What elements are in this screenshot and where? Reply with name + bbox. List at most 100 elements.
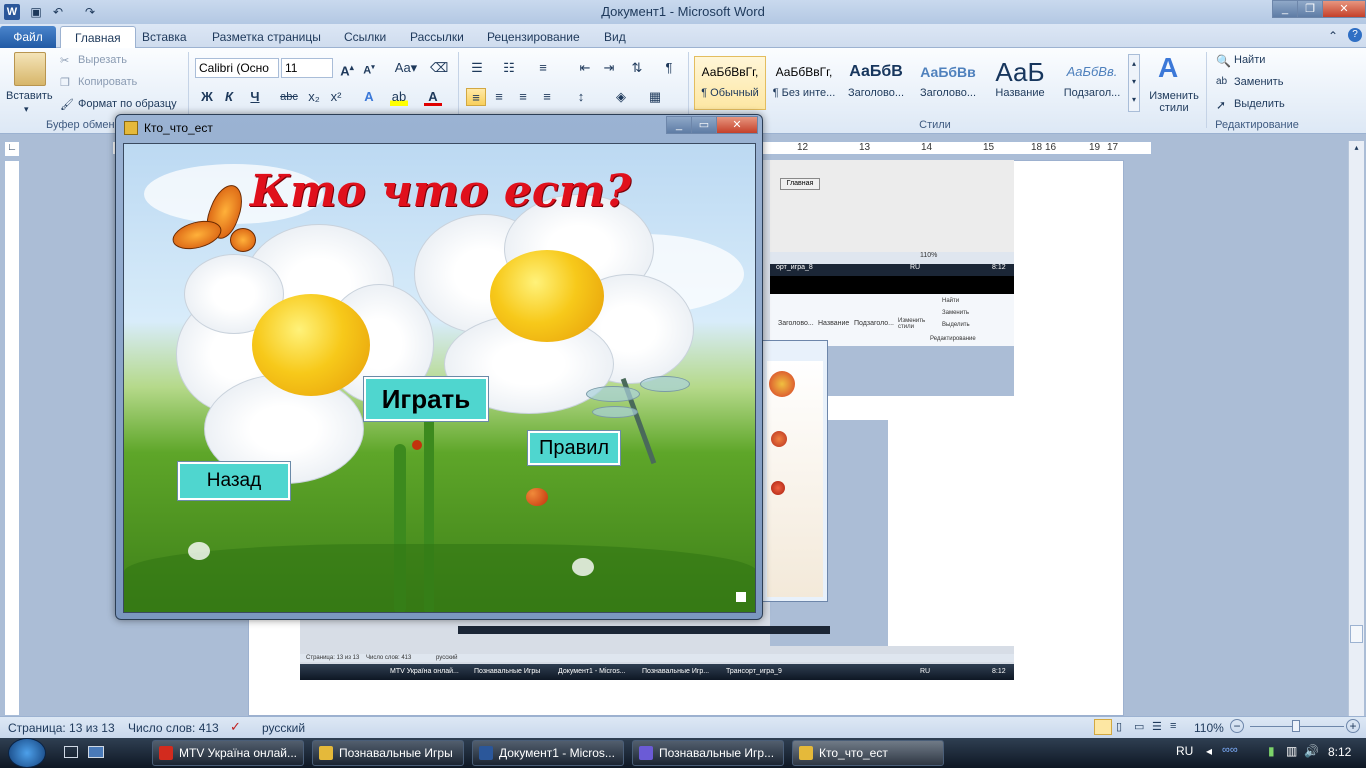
chevron-up-icon[interactable]: ⌃ [1328,29,1338,43]
numbering-icon[interactable]: ☷ [500,59,518,77]
subscript-icon[interactable]: x₂ [305,88,323,106]
proofing-icon[interactable]: ✓ [230,719,241,735]
zoom-out-icon[interactable]: − [1230,719,1244,733]
game-window[interactable]: Кто_что_ест _ ▭ ✕ Кто что ест? Играть Пр… [115,114,763,620]
font-color-icon[interactable]: A [424,88,442,106]
ribbon-tabs: Файл Главная Вставка Разметка страницы С… [0,24,1366,48]
print-layout-icon[interactable] [1094,719,1112,735]
align-left-icon[interactable]: ≡ [466,88,486,106]
tab-selector-icon[interactable]: ∟ [4,141,20,157]
increase-indent-icon[interactable]: ⇥ [600,59,618,77]
web-layout-icon[interactable]: ▭ [1134,720,1144,733]
minimize-button[interactable]: _ [1272,0,1298,18]
tab-view[interactable]: Вид [590,26,640,48]
tab-review[interactable]: Рецензирование [473,26,594,48]
show-desktop-icon[interactable] [64,746,78,758]
line-spacing-icon[interactable]: ↕ [572,88,590,106]
language-bar[interactable]: RU [1176,744,1193,758]
decrease-indent-icon[interactable]: ⇤ [576,59,594,77]
game-close-button[interactable]: ✕ [716,116,758,134]
chevron-down-icon[interactable]: ▾ [24,104,29,115]
find-button[interactable]: Найти [1234,54,1265,66]
strikethrough-icon[interactable]: abc [280,88,298,106]
justify-icon[interactable]: ≡ [538,88,556,106]
shrink-font-icon[interactable]: A▾ [360,59,378,77]
outline-icon[interactable]: ☰ [1152,720,1162,733]
tray-icons[interactable]: ∞∞ [1222,744,1238,756]
bullets-icon[interactable]: ☰ [468,59,486,77]
align-right-icon[interactable]: ≡ [514,88,532,106]
taskbar-item-word[interactable]: Документ1 - Micros... [472,740,624,766]
game-maximize-button[interactable]: ▭ [691,116,717,134]
font-size-combo[interactable]: 11 [281,58,333,78]
style-no-spacing[interactable]: АаБбВвГг, ¶ Без инте... [768,56,840,110]
sort-icon[interactable]: ⇅ [628,59,646,77]
underline-button[interactable]: Ч [246,88,264,106]
resize-grip[interactable] [736,592,746,602]
style-normal[interactable]: АаБбВвГг, ¶ Обычный [694,56,766,110]
text-effects-icon[interactable]: A [360,88,378,106]
game-minimize-button[interactable]: _ [666,116,692,134]
change-styles-button[interactable]: Изменить стили [1146,90,1202,114]
paste-button[interactable]: Вставить [6,90,53,102]
multilevel-list-icon[interactable]: ≡ [534,59,552,77]
switch-windows-icon[interactable] [88,746,104,758]
select-button[interactable]: Выделить [1234,98,1285,110]
zoom-in-icon[interactable]: + [1346,719,1360,733]
network-icon[interactable]: ▥ [1286,744,1297,758]
start-button[interactable] [8,738,46,768]
replace-button[interactable]: Заменить [1234,76,1283,88]
borders-icon[interactable]: ▦ [646,88,664,106]
draft-icon[interactable]: ≡ [1170,720,1176,732]
taskbar-item-opera[interactable]: MTV Україна онлай... [152,740,304,766]
style-heading-1[interactable]: АаБбВ Заголово... [840,56,912,110]
page-indicator[interactable]: Страница: 13 из 13 [8,721,115,735]
format-painter-button[interactable]: Формат по образцу [78,98,177,110]
language-indicator[interactable]: русский [262,721,305,735]
tab-mailings[interactable]: Рассылки [396,26,478,48]
clear-format-icon[interactable]: ⌫ [430,59,448,77]
volume-icon[interactable]: 🔊 [1304,744,1319,758]
styles-scroll[interactable]: ▴ ▾ ▾ [1128,54,1140,112]
tray-expand-icon[interactable]: ◂ [1206,744,1212,758]
rules-button[interactable]: Правил [528,431,620,465]
highlight-icon[interactable]: ab [390,88,408,106]
font-name-combo[interactable]: Calibri (Осно [195,58,279,78]
scroll-thumb[interactable] [1350,625,1363,643]
taskbar-item-folder[interactable]: Познавальные Игры [312,740,464,766]
back-button[interactable]: Назад [178,462,290,500]
style-title[interactable]: АаБ Название [984,56,1056,110]
superscript-icon[interactable]: x² [327,88,345,106]
cut-button[interactable]: Вырезать [78,54,127,66]
help-icon[interactable]: ? [1348,28,1362,42]
style-subtitle[interactable]: АаБбВв. Подзагол... [1056,56,1128,110]
grow-font-icon[interactable]: A▴ [338,59,356,78]
italic-button[interactable]: К [220,88,238,106]
bold-button[interactable]: Ж [198,88,216,106]
taskbar-item-game-window[interactable]: Кто_что_ест [792,740,944,766]
copy-button[interactable]: Копировать [78,76,137,88]
pilcrow-icon[interactable]: ¶ [660,59,678,77]
full-screen-icon[interactable]: ▯ [1116,720,1122,733]
zoom-slider-thumb[interactable] [1292,720,1300,732]
close-button[interactable]: ✕ [1322,0,1366,18]
change-case-icon[interactable]: Aa▾ [393,59,419,77]
scroll-up-icon[interactable]: ▴ [1351,143,1362,155]
tab-file[interactable]: Файл [0,26,56,48]
taskbar-item-games[interactable]: Познавальные Игр... [632,740,784,766]
zoom-level[interactable]: 110% [1194,721,1224,735]
vertical-scrollbar[interactable]: ▴ [1348,141,1364,716]
vertical-ruler[interactable] [4,160,20,716]
tab-page-layout[interactable]: Разметка страницы [198,26,335,48]
shading-icon[interactable]: ◈ [612,88,630,106]
tab-insert[interactable]: Вставка [128,26,201,48]
play-button[interactable]: Играть [364,377,488,421]
style-heading-2[interactable]: АаБбВв Заголово... [912,56,984,110]
tab-home[interactable]: Главная [60,26,136,48]
align-center-icon[interactable]: ≡ [490,88,508,106]
word-count[interactable]: Число слов: 413 [128,721,219,735]
tab-references[interactable]: Ссылки [330,26,400,48]
tray-app-icon[interactable]: ▮ [1268,744,1275,758]
clock[interactable]: 8:12 [1328,745,1351,759]
maximize-button[interactable]: ❐ [1297,0,1323,18]
